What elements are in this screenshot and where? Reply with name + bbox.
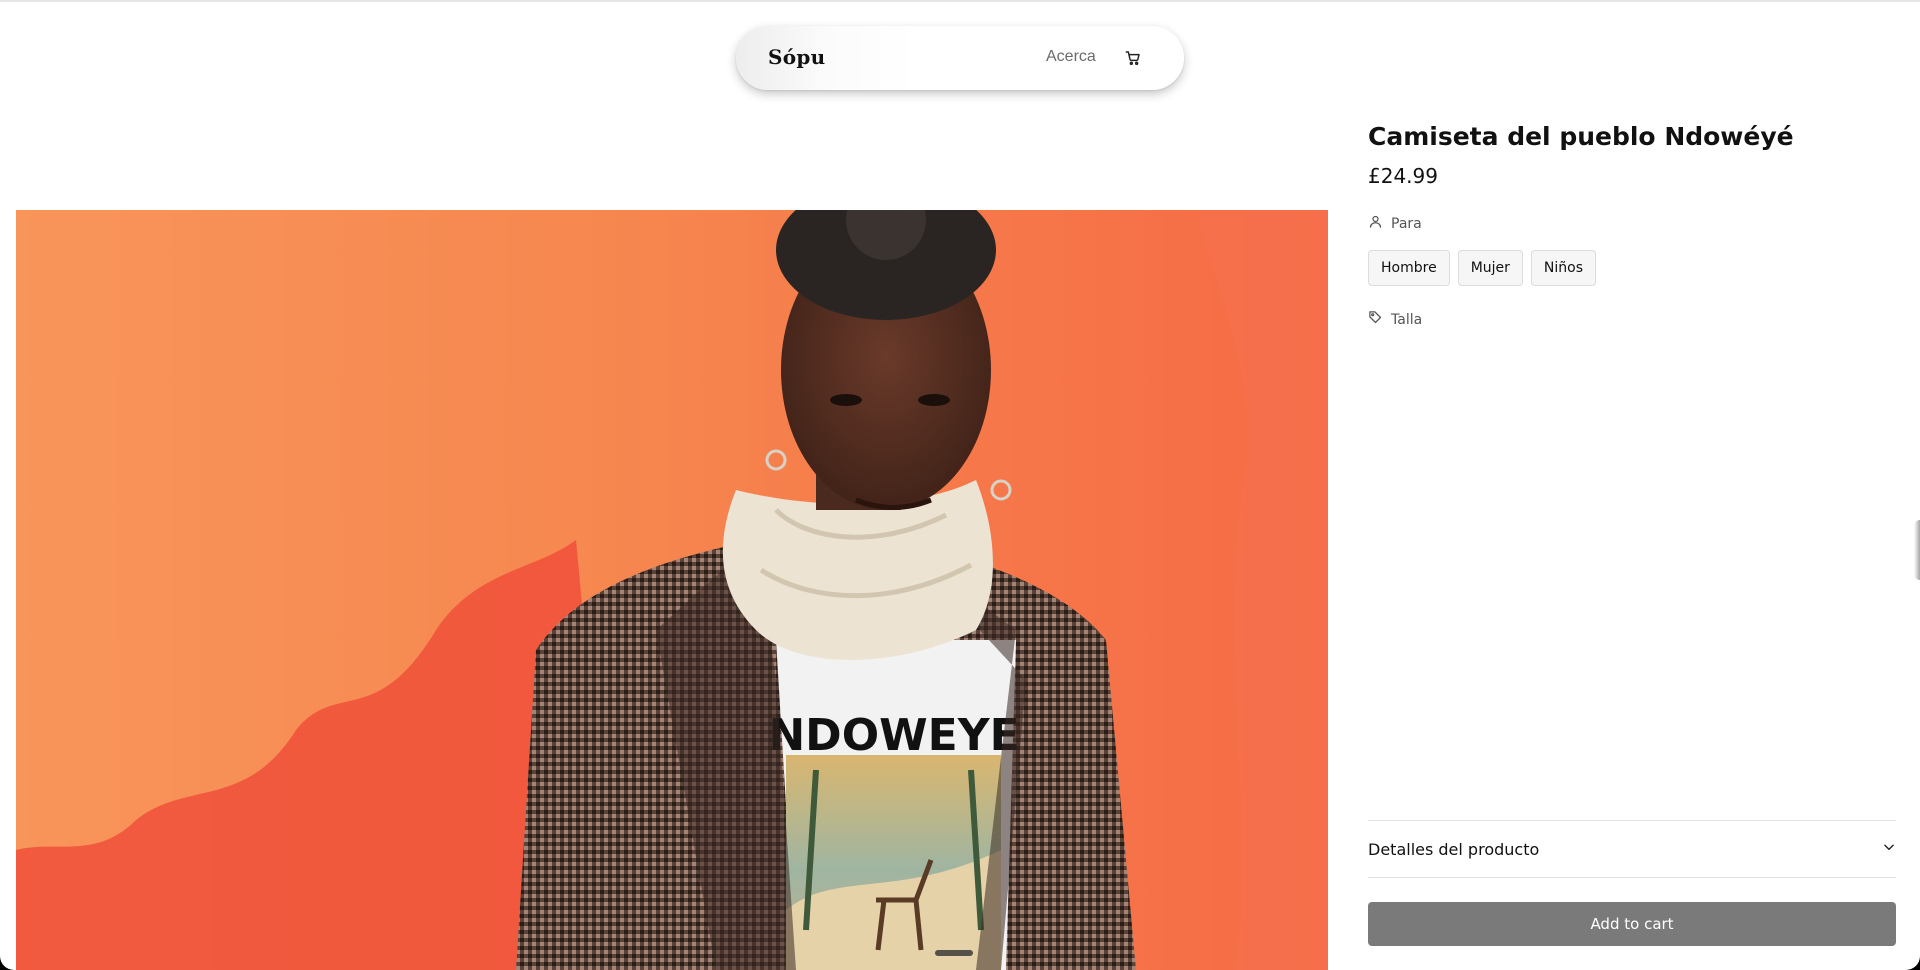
product-title: Camiseta del pueblo Ndowéyé [1368,122,1794,151]
brand-logo[interactable]: Sópu [768,45,826,69]
product-price: £24.99 [1368,164,1438,188]
size-label-text: Talla [1391,311,1423,328]
for-option-label: Para [1368,214,1422,233]
edge-handle [1914,520,1920,580]
option-hombre-button[interactable]: Hombre [1368,250,1450,286]
product-details-toggle[interactable]: Detalles del producto [1368,821,1896,877]
details-divider-bottom [1368,877,1896,878]
size-option-label: Talla [1368,310,1422,329]
for-label-text: Para [1391,215,1422,232]
floating-nav: Sópu Acerca [736,26,1184,90]
product-details-label: Detalles del producto [1368,839,1540,859]
product-image[interactable]: NDOWEYE [16,210,1328,970]
tag-icon [1368,310,1383,329]
for-options: Hombre Mujer Niños [1368,250,1597,286]
product-page: Sópu Acerca NDOWEYE Camiseta del pueblo … [0,0,1920,970]
top-divider [0,0,1920,2]
option-ninos-button[interactable]: Niños [1530,250,1597,286]
shirt-print-text: NDOWEYE [768,710,1019,761]
nav-about-link[interactable]: Acerca [1046,48,1096,66]
option-mujer-button[interactable]: Mujer [1457,250,1523,286]
user-icon [1368,214,1383,233]
add-to-cart-button[interactable]: Add to cart [1368,902,1896,946]
gallery-indicator[interactable] [935,950,973,956]
cart-icon[interactable] [1122,47,1144,69]
chevron-down-icon [1882,840,1896,859]
